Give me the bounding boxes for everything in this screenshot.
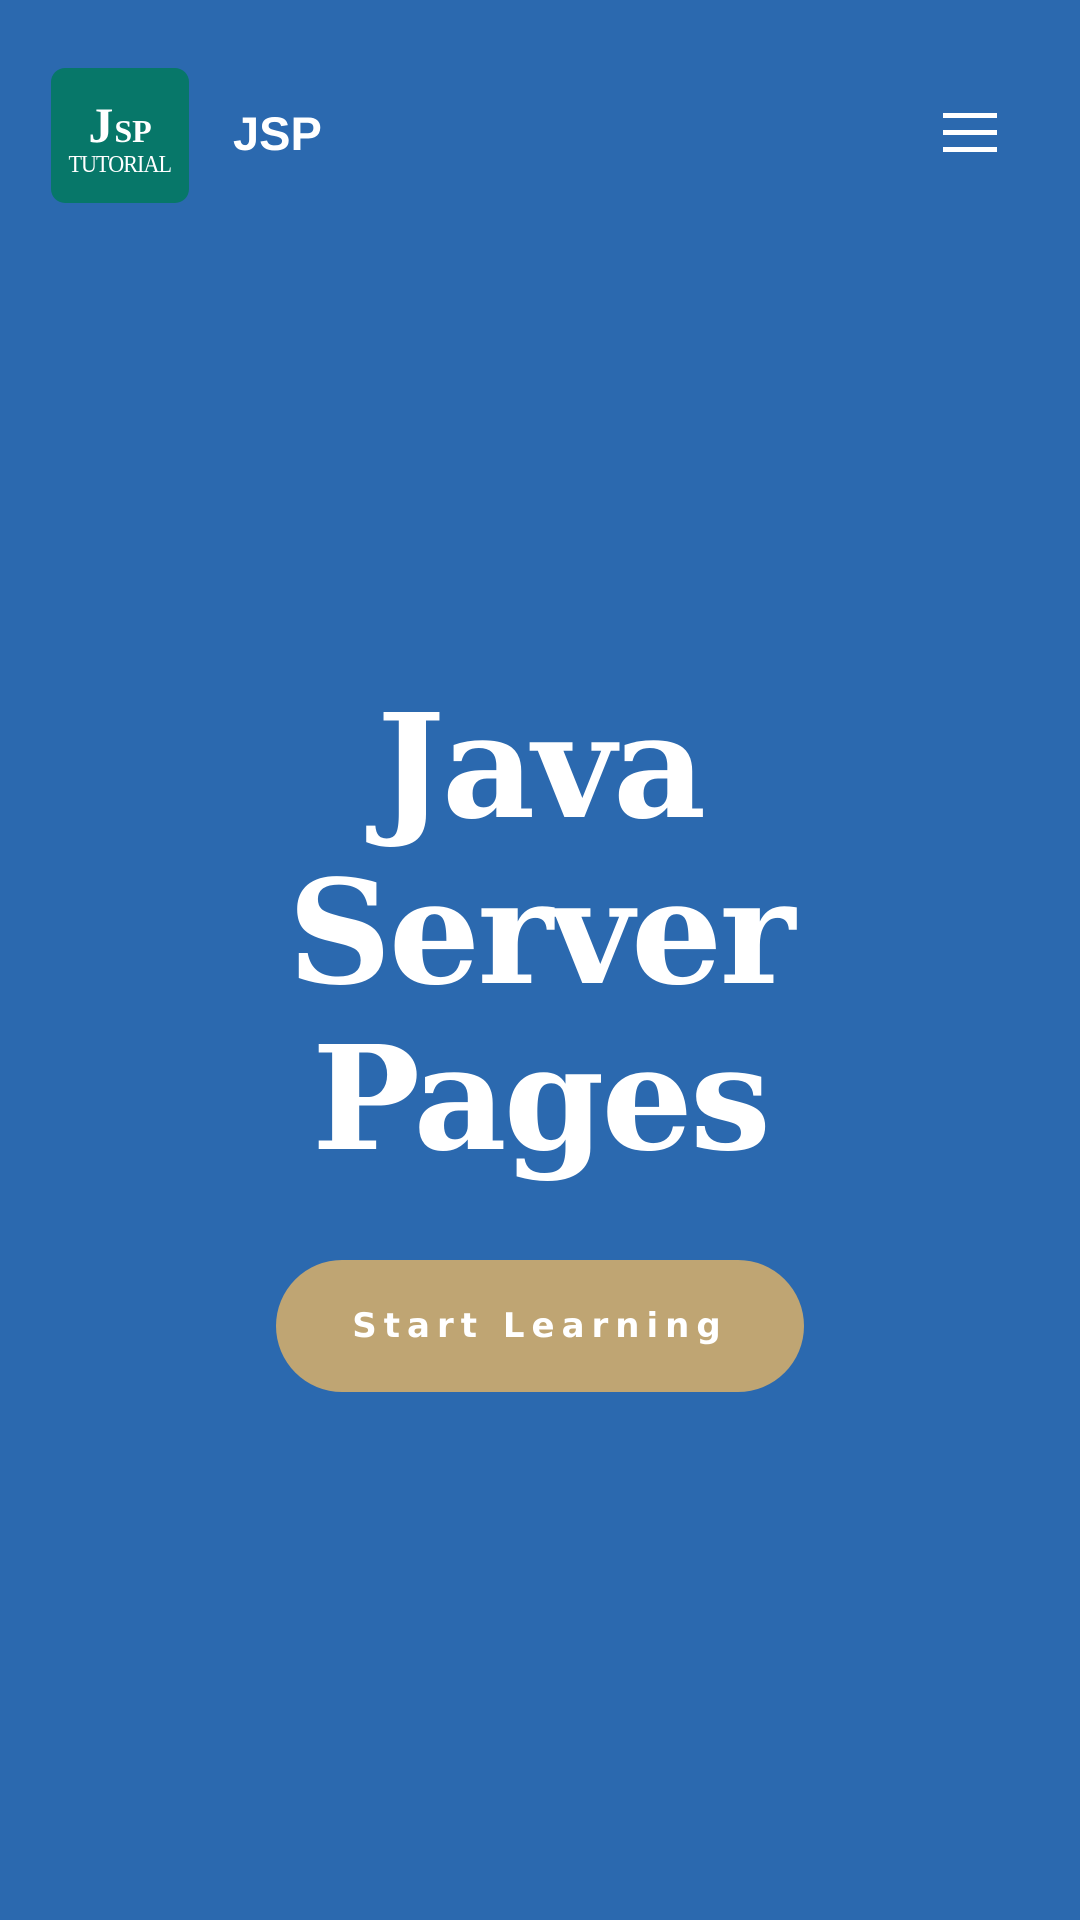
logo[interactable]: J SP TUTORIAL <box>51 68 189 203</box>
logo-mark-top: J SP <box>88 100 151 150</box>
hero-title-line: Java <box>376 682 706 851</box>
logo-letters-sp: SP <box>114 113 152 149</box>
hero-title: Java Server Pages <box>0 684 1080 1182</box>
hero-title-line: Server <box>287 848 796 1017</box>
logo-letter-j: J <box>88 97 114 153</box>
logo-tagline: TUTORIAL <box>68 152 173 178</box>
hero-title-line: Pages <box>311 1014 771 1183</box>
menu-button[interactable] <box>940 110 1000 160</box>
brand-name[interactable]: JSP <box>233 106 322 162</box>
hamburger-menu-icon <box>943 110 997 158</box>
page: J SP TUTORIAL JSP Java Server Pages Star… <box>0 0 1080 1920</box>
start-learning-button[interactable]: Start Learning <box>276 1260 804 1392</box>
